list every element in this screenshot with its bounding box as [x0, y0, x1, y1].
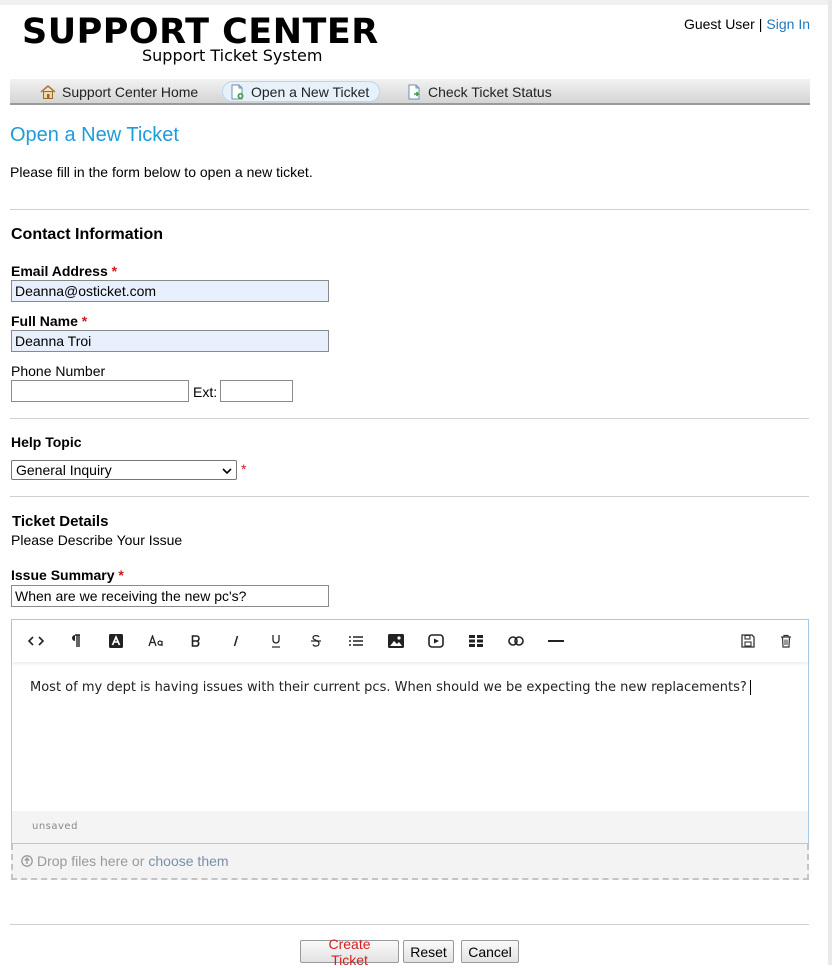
main-nav: Support Center Home Open a New Ticket Ch… — [10, 79, 810, 105]
font-size-icon[interactable] — [145, 631, 167, 651]
italic-icon[interactable] — [225, 631, 247, 651]
nav-item-open-ticket[interactable]: Open a New Ticket — [222, 81, 381, 102]
save-draft-icon[interactable] — [737, 631, 759, 651]
divider — [10, 924, 809, 925]
phone-field[interactable] — [11, 380, 189, 402]
reset-button[interactable]: Reset — [403, 940, 454, 963]
user-bar: Guest User | Sign In — [684, 16, 810, 32]
ticket-status-icon — [406, 84, 422, 100]
nav-item-home[interactable]: Support Center Home — [34, 81, 208, 102]
upload-icon — [21, 855, 33, 867]
full-name-label: Full Name * — [11, 313, 87, 329]
draft-status: unsaved — [32, 821, 78, 832]
editor-content[interactable]: Most of my dept is having issues with th… — [30, 680, 751, 695]
home-icon — [40, 84, 56, 100]
sign-in-link[interactable]: Sign In — [766, 16, 810, 32]
editor-toolbar — [12, 620, 808, 662]
contact-section-title: Contact Information — [11, 226, 163, 243]
window-top-edge — [0, 0, 832, 5]
user-bar-separator: | — [758, 16, 763, 32]
link-icon[interactable] — [505, 631, 527, 651]
nav-item-label: Open a New Ticket — [251, 83, 370, 100]
site-logo[interactable]: SUPPORT CENTER Support Ticket System — [22, 12, 379, 65]
ext-field[interactable] — [220, 380, 293, 402]
divider — [10, 209, 809, 210]
nav-item-check-status[interactable]: Check Ticket Status — [400, 81, 562, 102]
required-marker: * — [111, 263, 118, 279]
issue-summary-label: Issue Summary * — [11, 567, 124, 583]
ticket-details-subtitle: Please Describe Your Issue — [11, 532, 183, 548]
file-dropzone[interactable]: Drop files here or choose them — [11, 844, 809, 880]
horizontal-rule-icon[interactable] — [545, 631, 567, 651]
window-right-edge — [828, 0, 832, 965]
divider — [10, 496, 809, 497]
issue-summary-label-text: Issue Summary — [11, 567, 115, 583]
new-ticket-icon — [229, 84, 245, 100]
list-icon[interactable] — [345, 631, 367, 651]
choose-files-link[interactable]: choose them — [148, 853, 228, 869]
cancel-button[interactable]: Cancel — [461, 940, 519, 963]
guest-user-label: Guest User — [683, 16, 755, 32]
table-icon[interactable] — [465, 631, 487, 651]
phone-label: Phone Number — [11, 363, 106, 379]
html-icon[interactable] — [25, 631, 47, 651]
email-field[interactable] — [11, 280, 329, 302]
email-label-text: Email Address — [11, 263, 108, 279]
email-label: Email Address * — [11, 263, 117, 279]
help-topic-select[interactable]: General Inquiry — [11, 460, 237, 480]
underline-icon[interactable] — [265, 631, 287, 651]
page-intro: Please fill in the form below to open a … — [10, 164, 313, 180]
help-topic-selected: General Inquiry — [16, 462, 112, 478]
logo-title: SUPPORT CENTER — [22, 12, 379, 52]
nav-item-label: Support Center Home — [62, 83, 199, 100]
full-name-label-text: Full Name — [11, 313, 78, 329]
video-icon[interactable] — [425, 631, 447, 651]
full-name-field[interactable] — [11, 330, 329, 352]
required-marker: * — [118, 567, 124, 583]
required-marker: * — [241, 461, 247, 477]
divider — [10, 418, 809, 419]
editor-text: Most of my dept is having issues with th… — [30, 680, 747, 695]
help-topic-label: Help Topic — [11, 434, 82, 450]
logo-subtitle: Support Ticket System — [142, 46, 323, 65]
text-caret — [749, 680, 751, 695]
required-marker: * — [81, 313, 88, 329]
issue-summary-field[interactable] — [11, 585, 329, 607]
ext-label: Ext: — [193, 384, 218, 400]
bold-icon[interactable] — [185, 631, 207, 651]
chevron-down-icon — [222, 462, 232, 478]
editor-status-bar: unsaved — [12, 811, 808, 843]
nav-item-label: Check Ticket Status — [428, 83, 552, 100]
image-icon[interactable] — [385, 631, 407, 651]
page-title: Open a New Ticket — [10, 124, 179, 146]
text-color-icon[interactable] — [105, 631, 127, 651]
rich-text-editor[interactable]: Most of my dept is having issues with th… — [11, 619, 809, 844]
strikethrough-icon[interactable] — [305, 631, 327, 651]
dropzone-text: Drop files here or — [37, 853, 145, 869]
delete-draft-icon[interactable] — [775, 631, 797, 651]
create-ticket-button[interactable]: Create Ticket — [300, 936, 399, 968]
paragraph-icon[interactable] — [65, 631, 87, 651]
ticket-details-title: Ticket Details — [12, 513, 109, 530]
